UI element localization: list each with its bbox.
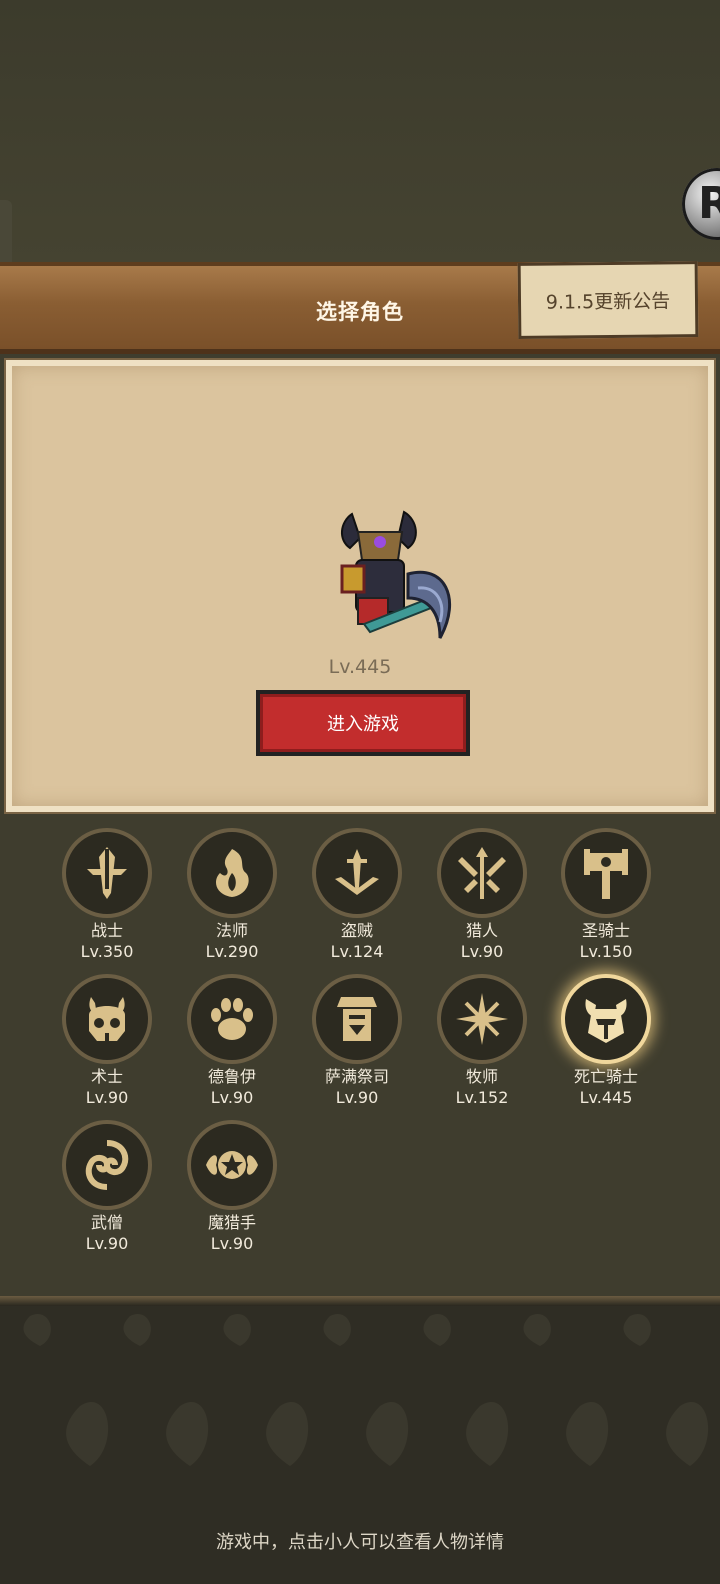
class-name: 战士 xyxy=(90,921,123,940)
rogue-dagger-icon xyxy=(312,828,402,918)
class-name: 武僧 xyxy=(90,1213,123,1232)
demonhunter-star-icon xyxy=(187,1120,277,1210)
priest-star-icon xyxy=(437,974,527,1064)
class-level: Lv.90 xyxy=(460,942,504,961)
class-monk[interactable]: 武僧 Lv.90 xyxy=(52,1120,162,1254)
paladin-hammer-icon xyxy=(561,828,651,918)
class-name: 术士 xyxy=(90,1067,123,1086)
enter-game-button[interactable]: 进入游戏 xyxy=(256,690,470,756)
class-level: Lv.124 xyxy=(330,942,384,961)
class-name: 魔猎手 xyxy=(207,1213,256,1232)
deathknight-helm-icon xyxy=(561,974,651,1064)
class-level: Lv.90 xyxy=(85,1234,129,1253)
class-level: Lv.90 xyxy=(210,1234,254,1253)
class-name: 牧师 xyxy=(465,1067,498,1086)
selected-character-level: Lv.445 xyxy=(328,656,392,678)
class-warlock[interactable]: 术士 Lv.90 xyxy=(52,974,162,1108)
class-level: Lv.445 xyxy=(579,1088,633,1107)
character-preview-panel: Lv.445 进入游戏 xyxy=(6,360,714,812)
class-level: Lv.90 xyxy=(335,1088,379,1107)
monk-swirl-icon xyxy=(62,1120,152,1210)
footer-hint: 游戏中，点击小人可以查看人物详情 xyxy=(216,1532,504,1553)
class-name: 猎人 xyxy=(465,921,498,940)
class-name: 萨满祭司 xyxy=(324,1067,389,1086)
class-level: Lv.150 xyxy=(579,942,633,961)
class-name: 圣骑士 xyxy=(581,921,630,940)
class-name: 盗贼 xyxy=(340,921,373,940)
warrior-sword-icon xyxy=(62,828,152,918)
class-hunter[interactable]: 猎人 Lv.90 xyxy=(427,828,537,962)
class-level: Lv.290 xyxy=(205,942,259,961)
side-handle[interactable] xyxy=(0,200,12,270)
class-rogue[interactable]: 盗贼 Lv.124 xyxy=(302,828,412,962)
hunter-arrows-icon xyxy=(437,828,527,918)
class-warrior[interactable]: 战士 Lv.350 xyxy=(52,828,162,962)
bottom-area: 游戏中，点击小人可以查看人物详情 xyxy=(0,1306,720,1584)
class-mage[interactable]: 法师 Lv.290 xyxy=(177,828,287,962)
class-level: Lv.350 xyxy=(80,942,134,961)
class-level: Lv.152 xyxy=(455,1088,509,1107)
warlock-skull-icon xyxy=(62,974,152,1064)
mage-flame-icon xyxy=(187,828,277,918)
divider xyxy=(0,1296,720,1306)
class-druid[interactable]: 德鲁伊 Lv.90 xyxy=(177,974,287,1108)
druid-paw-icon xyxy=(187,974,277,1064)
class-death-knight[interactable]: 死亡骑士 Lv.445 xyxy=(551,974,661,1108)
death-knight-character-icon[interactable] xyxy=(312,502,462,652)
class-shaman[interactable]: 萨满祭司 Lv.90 xyxy=(302,974,412,1108)
update-notice-button[interactable]: 9.1.5更新公告 xyxy=(517,261,699,339)
class-name: 法师 xyxy=(215,921,248,940)
top-bar xyxy=(0,0,720,262)
class-demon-hunter[interactable]: 魔猎手 Lv.90 xyxy=(177,1120,287,1254)
class-grid: 战士 Lv.350 法师 Lv.290 盗贼 Lv.124 猎人 Lv.90 圣… xyxy=(0,828,720,1298)
class-priest[interactable]: 牧师 Lv.152 xyxy=(427,974,537,1108)
class-paladin[interactable]: 圣骑士 Lv.150 xyxy=(551,828,661,962)
class-level: Lv.90 xyxy=(210,1088,254,1107)
class-name: 死亡骑士 xyxy=(573,1067,638,1086)
class-level: Lv.90 xyxy=(85,1088,129,1107)
class-name: 德鲁伊 xyxy=(207,1067,256,1086)
shaman-totem-icon xyxy=(312,974,402,1064)
character-select-screen: R 选择角色 9.1.5更新公告 Lv.445 进入游戏 战士 Lv.350 法… xyxy=(0,0,720,1584)
